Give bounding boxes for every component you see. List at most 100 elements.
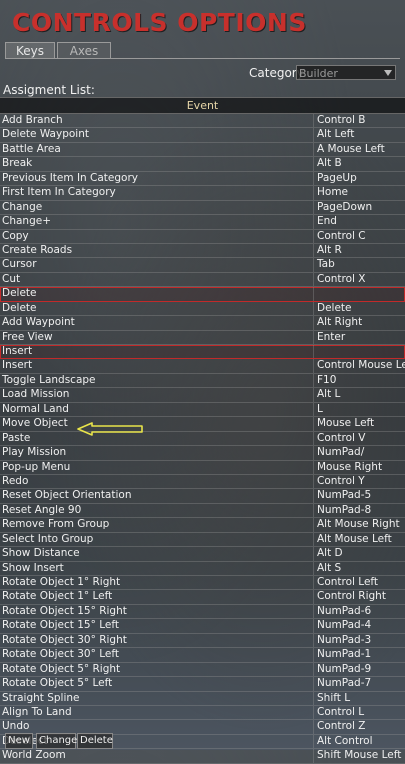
table-row[interactable]: Pop-up Menu Mouse Right — [0, 460, 405, 475]
event-cell: Cursor — [2, 258, 37, 271]
column-divider — [313, 474, 314, 489]
table-row[interactable]: Rotate Object 1° Left Control Right — [0, 590, 405, 605]
event-cell: Select Into Group — [2, 532, 94, 545]
table-row[interactable]: First Item In Category Home — [0, 186, 405, 201]
table-row[interactable]: Show Distance Alt D — [0, 547, 405, 562]
table-row[interactable]: Rotate Object 15° Right NumPad-6 — [0, 604, 405, 620]
table-row[interactable]: Previous Item In Category PageUp — [0, 171, 405, 187]
table-row[interactable]: Rotate Object 5° Right NumPad-9 — [0, 662, 405, 678]
column-divider — [313, 287, 314, 301]
column-divider — [313, 532, 314, 547]
table-row[interactable]: Break Alt B — [0, 157, 405, 172]
table-row[interactable]: Insert Control Mouse Left — [0, 359, 405, 374]
table-row[interactable]: Toggle Landscape F10 — [0, 373, 405, 389]
key-cell: NumPad/ — [317, 446, 365, 459]
event-cell: Load Mission — [2, 388, 70, 401]
table-row[interactable]: Delete Delete — [0, 301, 405, 317]
event-cell: Free View — [2, 330, 53, 343]
key-cell: NumPad-9 — [317, 662, 372, 675]
table-row[interactable]: Battle Area A Mouse Left — [0, 142, 405, 158]
key-cell: Mouse Right — [317, 460, 383, 473]
column-divider — [313, 446, 314, 460]
table-row[interactable]: Normal Land L — [0, 402, 405, 418]
key-cell: Alt Mouse Right — [317, 518, 400, 531]
table-row[interactable]: Change+ End — [0, 215, 405, 230]
event-cell: Rotate Object 15° Right — [2, 604, 127, 617]
key-cell: Alt Mouse Left — [317, 532, 392, 545]
event-cell: Rotate Object 30° Right — [2, 633, 127, 646]
table-row[interactable]: World Zoom Shift Mouse Left — [0, 749, 405, 764]
table-row[interactable]: Rotate Object 5° Left NumPad-7 — [0, 677, 405, 692]
table-row[interactable]: Remove From Group Alt Mouse Right — [0, 518, 405, 533]
key-cell: Control L — [317, 705, 365, 718]
category-select[interactable]: Builder — [296, 65, 396, 80]
table-row[interactable]: Straight Spline Shift L — [0, 691, 405, 706]
key-cell: PageUp — [317, 171, 357, 184]
column-divider — [313, 373, 314, 388]
event-cell: First Item In Category — [2, 186, 116, 199]
table-row[interactable]: Free View Enter — [0, 330, 405, 345]
column-divider — [313, 402, 314, 417]
table-row[interactable]: Delete — [0, 287, 405, 302]
table-row[interactable]: Rotate Object 1° Right Control Left — [0, 576, 405, 591]
table-row[interactable]: Redo Control Y — [0, 474, 405, 490]
column-divider — [313, 258, 314, 272]
table-row[interactable]: Insert — [0, 345, 405, 360]
key-cell: Delete — [317, 301, 352, 314]
column-divider — [313, 128, 314, 142]
event-cell: Rotate Object 15° Left — [2, 619, 119, 632]
table-row[interactable]: Move Object Mouse Left — [0, 417, 405, 432]
event-cell: Pop-up Menu — [2, 460, 71, 473]
event-cell: Reset Object Orientation — [2, 489, 132, 502]
event-cell: Rotate Object 30° Left — [2, 648, 119, 661]
column-divider — [313, 316, 314, 330]
column-divider — [313, 518, 314, 532]
column-divider — [313, 720, 314, 734]
table-row[interactable]: Cursor Tab — [0, 258, 405, 273]
table-row[interactable]: Paste Control V — [0, 431, 405, 447]
table-row[interactable]: Select Into Group Alt Mouse Left — [0, 532, 405, 548]
event-cell: Insert — [2, 345, 33, 357]
key-cell: L — [317, 402, 323, 415]
tab-axes[interactable]: Axes — [57, 42, 111, 59]
table-row[interactable]: Rotate Object 30° Left NumPad-1 — [0, 648, 405, 663]
event-cell: Insert — [2, 359, 33, 372]
table-row[interactable]: Load Mission Alt L — [0, 388, 405, 403]
key-cell: Shift L — [317, 691, 351, 704]
table-row[interactable]: Create Roads Alt R — [0, 243, 405, 259]
new-button[interactable]: New — [5, 733, 33, 749]
column-divider — [313, 301, 314, 316]
table-row[interactable]: Play Mission NumPad/ — [0, 446, 405, 461]
table-row[interactable]: Add Branch Control B — [0, 114, 405, 129]
table-row[interactable]: Rotate Object 15° Left NumPad-4 — [0, 619, 405, 634]
event-cell: Rotate Object 5° Left — [2, 677, 113, 690]
table-row[interactable]: Rotate Object 30° Right NumPad-3 — [0, 633, 405, 649]
event-cell: Undo — [2, 720, 30, 733]
column-divider — [313, 561, 314, 575]
key-cell: PageDown — [317, 200, 373, 213]
tab-divider — [5, 58, 400, 59]
event-cell: Add Waypoint — [2, 316, 75, 329]
chevron-down-icon[interactable] — [384, 70, 392, 76]
table-row[interactable]: Add Waypoint Alt Right — [0, 316, 405, 331]
table-row[interactable]: Show Insert Alt S — [0, 561, 405, 576]
page-title: CONTROLS OPTIONS — [12, 8, 307, 37]
table-row[interactable]: Copy Control C — [0, 229, 405, 244]
key-cell: A Mouse Left — [317, 142, 385, 155]
event-cell: Add Branch — [2, 114, 63, 126]
table-row[interactable]: Delete Waypoint Alt Left — [0, 128, 405, 143]
table-row[interactable]: Cut Control X — [0, 272, 405, 288]
column-divider — [313, 171, 314, 186]
column-divider — [313, 388, 314, 402]
table-row[interactable]: Align To Land Control L — [0, 705, 405, 721]
table-row[interactable]: Change PageDown — [0, 200, 405, 216]
delete-button[interactable]: Delete — [77, 733, 113, 749]
key-cell: NumPad-5 — [317, 489, 372, 502]
table-row[interactable]: Reset Angle 90 NumPad-8 — [0, 503, 405, 519]
yellow-arrow-icon — [77, 422, 143, 436]
table-row[interactable]: Reset Object Orientation NumPad-5 — [0, 489, 405, 504]
key-cell: Control Right — [317, 590, 386, 603]
key-cell: Alt D — [317, 547, 343, 560]
tab-keys[interactable]: Keys — [5, 42, 55, 59]
change-button[interactable]: Change — [36, 733, 77, 749]
